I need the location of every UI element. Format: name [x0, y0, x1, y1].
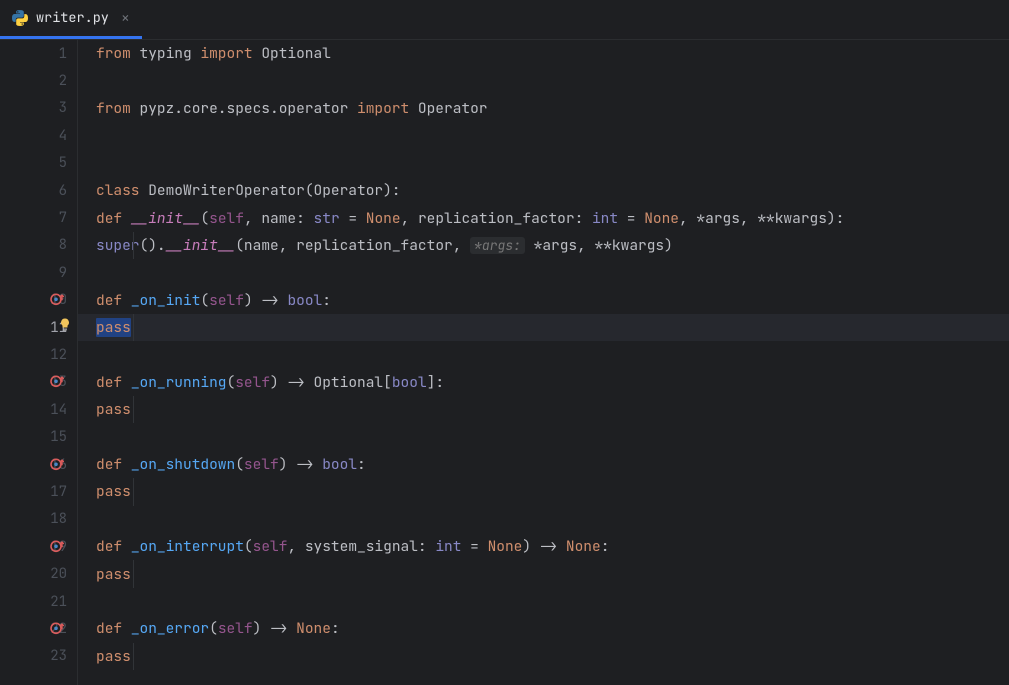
code-line[interactable]: super().__init__(name, replication_facto… [78, 232, 1009, 259]
line-number: 7 [0, 204, 77, 231]
override-icon[interactable] [50, 621, 64, 635]
code-line[interactable]: def _on_error(self) -> None: [78, 615, 1009, 642]
code-line[interactable]: pass [78, 560, 1009, 587]
code-line[interactable]: def _on_interrupt(self, system_signal: i… [78, 533, 1009, 560]
override-icon[interactable] [50, 457, 64, 471]
line-number: 14 [0, 396, 77, 423]
line-number: 13 [0, 369, 77, 396]
code-line[interactable] [78, 588, 1009, 615]
code-line[interactable] [78, 150, 1009, 177]
code-line[interactable]: def _on_running(self) -> Optional[bool]: [78, 369, 1009, 396]
gutter: 1 2 3 4 5 6 7 8 9 10 11 12 13 14 15 16 1… [0, 40, 78, 685]
line-number: 22 [0, 615, 77, 642]
code-line[interactable]: pass [78, 478, 1009, 505]
override-icon[interactable] [50, 293, 64, 307]
parameter-hint: *args: [470, 237, 525, 254]
code-line[interactable] [78, 67, 1009, 94]
code-line[interactable]: def _on_init(self) -> bool: [78, 287, 1009, 314]
close-icon[interactable]: × [121, 8, 130, 28]
line-number: 17 [0, 478, 77, 505]
code-area[interactable]: from typing import Optional from pypz.co… [78, 40, 1009, 685]
code-line[interactable]: from typing import Optional [78, 40, 1009, 67]
lightbulb-icon[interactable] [58, 317, 72, 336]
line-number: 1 [0, 40, 77, 67]
line-number: 12 [0, 341, 77, 368]
line-number: 8 [0, 232, 77, 259]
code-line[interactable] [78, 423, 1009, 450]
code-line[interactable] [78, 259, 1009, 286]
code-line[interactable] [78, 122, 1009, 149]
code-line[interactable]: def _on_shutdown(self) -> bool: [78, 451, 1009, 478]
line-number: 10 [0, 287, 77, 314]
tab-writer[interactable]: writer.py × [0, 0, 142, 39]
line-number: 15 [0, 423, 77, 450]
code-line[interactable]: from pypz.core.specs.operator import Ope… [78, 95, 1009, 122]
line-number: 20 [0, 560, 77, 587]
line-number: 5 [0, 150, 77, 177]
line-number: 4 [0, 122, 77, 149]
override-icon[interactable] [50, 375, 64, 389]
selection: pass [96, 318, 131, 337]
line-number: 2 [0, 67, 77, 94]
line-number: 23 [0, 643, 77, 670]
line-number: 9 [0, 259, 77, 286]
code-line[interactable]: pass [78, 314, 1009, 341]
line-number: 3 [0, 95, 77, 122]
code-line[interactable] [78, 341, 1009, 368]
line-number: 6 [0, 177, 77, 204]
tab-title: writer.py [36, 9, 109, 27]
code-line[interactable] [78, 506, 1009, 533]
tab-bar: writer.py × [0, 0, 1009, 40]
line-number: 18 [0, 506, 77, 533]
code-line[interactable]: class DemoWriterOperator(Operator): [78, 177, 1009, 204]
code-editor[interactable]: 1 2 3 4 5 6 7 8 9 10 11 12 13 14 15 16 1… [0, 40, 1009, 685]
line-number: 21 [0, 588, 77, 615]
override-icon[interactable] [50, 539, 64, 553]
line-number: 16 [0, 451, 77, 478]
line-number: 19 [0, 533, 77, 560]
python-file-icon [12, 10, 28, 26]
line-number: 11 [0, 314, 77, 341]
code-line[interactable]: def __init__(self, name: str = None, rep… [78, 204, 1009, 231]
code-line[interactable]: pass [78, 643, 1009, 670]
code-line[interactable]: pass [78, 396, 1009, 423]
